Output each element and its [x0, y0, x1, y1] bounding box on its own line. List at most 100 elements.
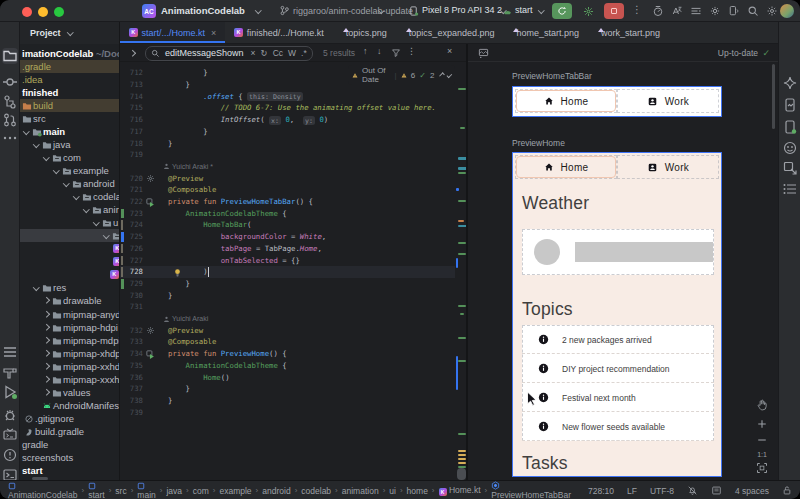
- search-history-icon[interactable]: ↻: [261, 48, 268, 58]
- tree-item-.gradle[interactable]: .gradle: [20, 60, 120, 73]
- close-tab-icon[interactable]: ×: [211, 28, 216, 38]
- code-line-724[interactable]: 724 HomeTabBar(: [120, 219, 455, 231]
- tree-item-anir[interactable]: anir: [20, 203, 120, 216]
- next-issue-icon[interactable]: [447, 72, 453, 78]
- stripe-mark[interactable]: [458, 462, 466, 464]
- topic-row[interactable]: DIY project recommendation: [522, 354, 714, 383]
- project-name-menu[interactable]: AnimationCodelab: [161, 5, 245, 16]
- stripe-mark[interactable]: [458, 454, 466, 456]
- device-selector[interactable]: Pixel 8 Pro API 34 2: [422, 5, 502, 15]
- tree-item-screenshots[interactable]: screenshots: [20, 451, 120, 464]
- tree-item-android[interactable]: android: [20, 177, 120, 190]
- words-toggle[interactable]: W: [288, 48, 296, 58]
- stripe-mark[interactable]: [458, 88, 466, 90]
- tree-item-res[interactable]: res: [20, 281, 120, 294]
- debug-tool-icon[interactable]: [2, 407, 18, 423]
- work-tab[interactable]: Work: [617, 89, 719, 113]
- stripe-mark[interactable]: [458, 220, 464, 222]
- breadcrumb-item[interactable]: example: [219, 486, 251, 496]
- pull-requests-tool-icon[interactable]: [2, 112, 18, 128]
- stripe-mark[interactable]: [458, 458, 466, 460]
- translate-icon[interactable]: [671, 5, 683, 17]
- tree-item-mipmap-mdpi[interactable]: mipmap-mdpi: [20, 334, 120, 347]
- avatar[interactable]: [780, 4, 794, 18]
- problems-tool-icon[interactable]: [2, 447, 18, 463]
- gemini-tool-icon[interactable]: [782, 75, 798, 91]
- tree-item-com[interactable]: com: [20, 151, 120, 164]
- editor-tab-work_start.png[interactable]: work_start.png: [588, 22, 669, 43]
- code-line-720[interactable]: 720@Preview: [120, 173, 455, 185]
- build-icon[interactable]: [709, 5, 721, 17]
- logcat-tool-icon[interactable]: [2, 427, 18, 443]
- tree-item-build.gradle[interactable]: build.gradle: [20, 425, 120, 438]
- previous-issue-icon[interactable]: [439, 72, 445, 78]
- device-manager-tool-icon[interactable]: [782, 119, 798, 135]
- preview-name-label[interactable]: PreviewHomeTabBar: [512, 71, 592, 81]
- stripe-mark[interactable]: [458, 337, 466, 339]
- line-separator[interactable]: LF: [627, 486, 637, 496]
- rerun-button[interactable]: [552, 3, 572, 19]
- reader-mode-icon[interactable]: [711, 485, 722, 496]
- structure-right-tool-icon[interactable]: [782, 181, 798, 197]
- breadcrumb-item[interactable]: codelab: [301, 486, 331, 496]
- code-line-719[interactable]: 719: [120, 149, 455, 161]
- preview-home[interactable]: Home Work Weather Topics 2 new packages …: [512, 152, 722, 477]
- layout-validation-icon[interactable]: [690, 5, 702, 17]
- tree-item-u[interactable]: u: [20, 216, 120, 229]
- tree-item-drawable[interactable]: drawable: [20, 294, 120, 307]
- code-line-735[interactable]: 735 AnimationCodelabTheme {: [120, 360, 455, 372]
- stripe-mark[interactable]: [458, 172, 466, 174]
- code-line-727[interactable]: 727 onTabSelected = {}: [120, 255, 455, 267]
- structure-tool-icon[interactable]: [2, 94, 18, 110]
- close-find-bar-icon[interactable]: ×: [447, 46, 452, 56]
- project-panel-header[interactable]: Project: [20, 22, 120, 44]
- weather-placeholder-card[interactable]: [522, 229, 714, 275]
- stripe-mark[interactable]: [458, 433, 466, 435]
- code-line-731[interactable]: 731: [120, 301, 455, 313]
- previous-occurrence-icon[interactable]: ↑: [363, 46, 368, 56]
- next-occurrence-icon[interactable]: ↓: [377, 46, 382, 56]
- code-editor[interactable]: 712 }713 }714 .offset { this: Density715…: [120, 62, 455, 480]
- stripe-mark[interactable]: [458, 200, 466, 202]
- stripe-mark[interactable]: [458, 450, 466, 452]
- tree-item-mipmap-xxhdpi[interactable]: mipmap-xxhdpi: [20, 360, 120, 373]
- preview-name-label[interactable]: PreviewHome: [512, 138, 565, 148]
- git-branch-menu[interactable]: riggaroo/anim-codelab-update: [293, 6, 413, 16]
- notifications-off-icon[interactable]: [687, 485, 698, 496]
- preview-canvas[interactable]: PreviewHomeTabBar Home Work PreviewHome …: [468, 62, 778, 480]
- more-options-icon[interactable]: ⋮: [407, 46, 416, 56]
- unlock-icon[interactable]: [782, 485, 792, 496]
- code-line-734[interactable]: 734private fun PreviewHome() {: [120, 348, 455, 360]
- maximize-window-button[interactable]: [54, 7, 64, 17]
- expand-find-icon[interactable]: [129, 50, 135, 56]
- pan-icon[interactable]: [755, 398, 769, 412]
- breadcrumb-item[interactable]: AnimationCodelab: [8, 482, 77, 499]
- code-line-738[interactable]: 738}: [120, 395, 455, 407]
- breadcrumb-item[interactable]: animation: [342, 486, 379, 496]
- editor-tab-topics_expanded.png[interactable]: topics_expanded.png: [396, 22, 504, 43]
- scrollbar-thumb[interactable]: [457, 468, 466, 480]
- editor-tab-start/.../Home.kt[interactable]: Kstart/.../Home.kt×: [120, 22, 225, 43]
- tree-item-H[interactable]: KH: [20, 268, 120, 281]
- close-window-button[interactable]: [22, 7, 32, 17]
- code-line-717[interactable]: 717 }: [120, 126, 455, 138]
- code-line-736[interactable]: 736 Home(): [120, 372, 455, 384]
- editor-tab-topics.png[interactable]: topics.png: [333, 22, 396, 43]
- match-case-toggle[interactable]: Cc: [273, 48, 283, 58]
- code-line-718[interactable]: 718}: [120, 138, 455, 150]
- minimize-window-button[interactable]: [38, 7, 48, 17]
- tree-item-imationCodelab[interactable]: imationCodelab ~/Documen: [20, 47, 120, 60]
- stripe-mark[interactable]: [460, 313, 464, 315]
- breadcrumb-item[interactable]: home: [407, 486, 428, 496]
- code-line-722[interactable]: 722private fun PreviewHomeTabBar() {: [120, 196, 455, 208]
- tree-item-gradle[interactable]: gradle: [20, 438, 120, 451]
- apply-changes-button[interactable]: [578, 3, 598, 19]
- running-devices-tool-icon[interactable]: [782, 97, 798, 113]
- tree-item-.idea[interactable]: .idea: [20, 73, 120, 86]
- run-preview-gutter-icon[interactable]: [146, 198, 155, 207]
- code-line-732[interactable]: 732@Preview: [120, 325, 455, 337]
- todo-tool-icon[interactable]: [2, 344, 18, 360]
- breadcrumb-item[interactable]: K Home.kt: [439, 485, 481, 497]
- breadcrumb-item[interactable]: ui: [389, 486, 396, 496]
- tree-item-AndroidManifest.xn[interactable]: AndroidManifest.xn: [20, 399, 120, 412]
